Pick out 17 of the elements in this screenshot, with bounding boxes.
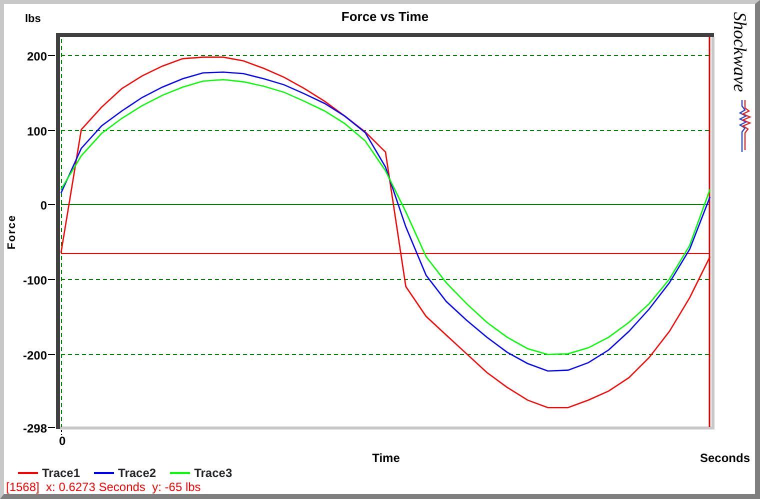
axis-unit: lbs [25, 13, 41, 25]
status-text: [1568] x: 0.6273 Seconds y: -65 lbs [5, 480, 202, 494]
axis-unit: Seconds [700, 451, 750, 465]
axis-title: Force [6, 214, 18, 250]
tick-label: 0 [59, 434, 66, 448]
legend-label: Trace1 [42, 466, 80, 480]
legend-label: Trace2 [118, 466, 156, 480]
tick-label: -200 [22, 348, 47, 362]
tick-label: 100 [26, 124, 47, 138]
tick-label: -100 [22, 274, 47, 288]
tick-label: 200 [26, 50, 47, 64]
chart-title: Force vs Time [341, 9, 429, 24]
legend-label: Trace3 [194, 466, 232, 480]
tick-label: 0 [40, 198, 47, 212]
logo: Shockwave [730, 12, 752, 152]
axis-title: Time [372, 451, 400, 465]
tick-label: -298 [22, 422, 47, 436]
